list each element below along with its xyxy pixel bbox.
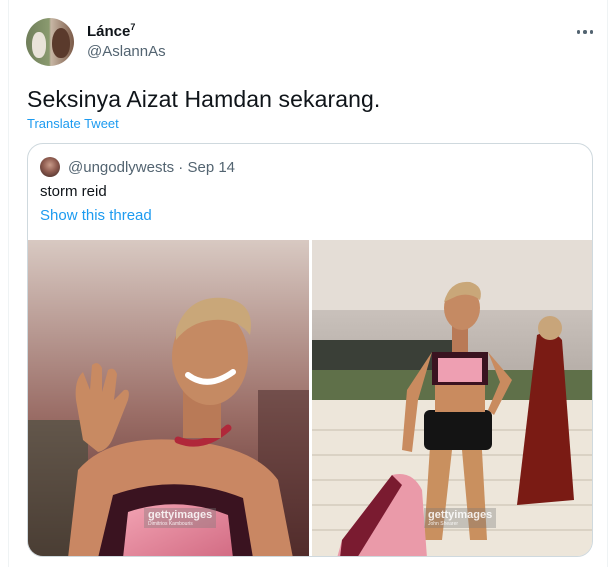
quoted-tweet[interactable]: @ungodlywests · Sep 14 storm reid Show t… <box>27 143 593 557</box>
quoted-photo-1[interactable]: gettyimages Dimitrios Kambouris <box>28 240 309 556</box>
translate-tweet-link[interactable]: Translate Tweet <box>27 116 119 131</box>
avatar-half-left <box>32 32 46 58</box>
quoted-photo-2[interactable]: gettyimages John Shearer <box>312 240 592 556</box>
getty-watermark: gettyimages John Shearer <box>424 508 497 528</box>
header-separator: · <box>178 159 184 176</box>
quoted-tweet-header: @ungodlywests · Sep 14 <box>68 159 235 176</box>
more-options-icon[interactable] <box>572 22 598 42</box>
quoted-tweet-text: storm reid <box>40 183 107 200</box>
display-name-text: Lánce <box>87 23 131 40</box>
author-handle[interactable]: @AslannAs <box>87 43 166 60</box>
quoted-tweet-date: Sep 14 <box>187 159 236 176</box>
display-name-superscript: 7 <box>130 22 136 32</box>
show-thread-link[interactable]: Show this thread <box>40 207 152 224</box>
quoted-author-handle: @ungodlywests <box>68 159 175 176</box>
tweet-text: Seksinya Aizat Hamdan sekarang. <box>27 86 381 112</box>
author-display-name[interactable]: Lánce7 <box>87 22 135 40</box>
avatar-face <box>52 28 70 58</box>
quoted-author-avatar <box>40 157 60 177</box>
getty-watermark: gettyimages Dimitrios Kambouris <box>144 508 217 528</box>
author-avatar[interactable] <box>26 18 74 66</box>
